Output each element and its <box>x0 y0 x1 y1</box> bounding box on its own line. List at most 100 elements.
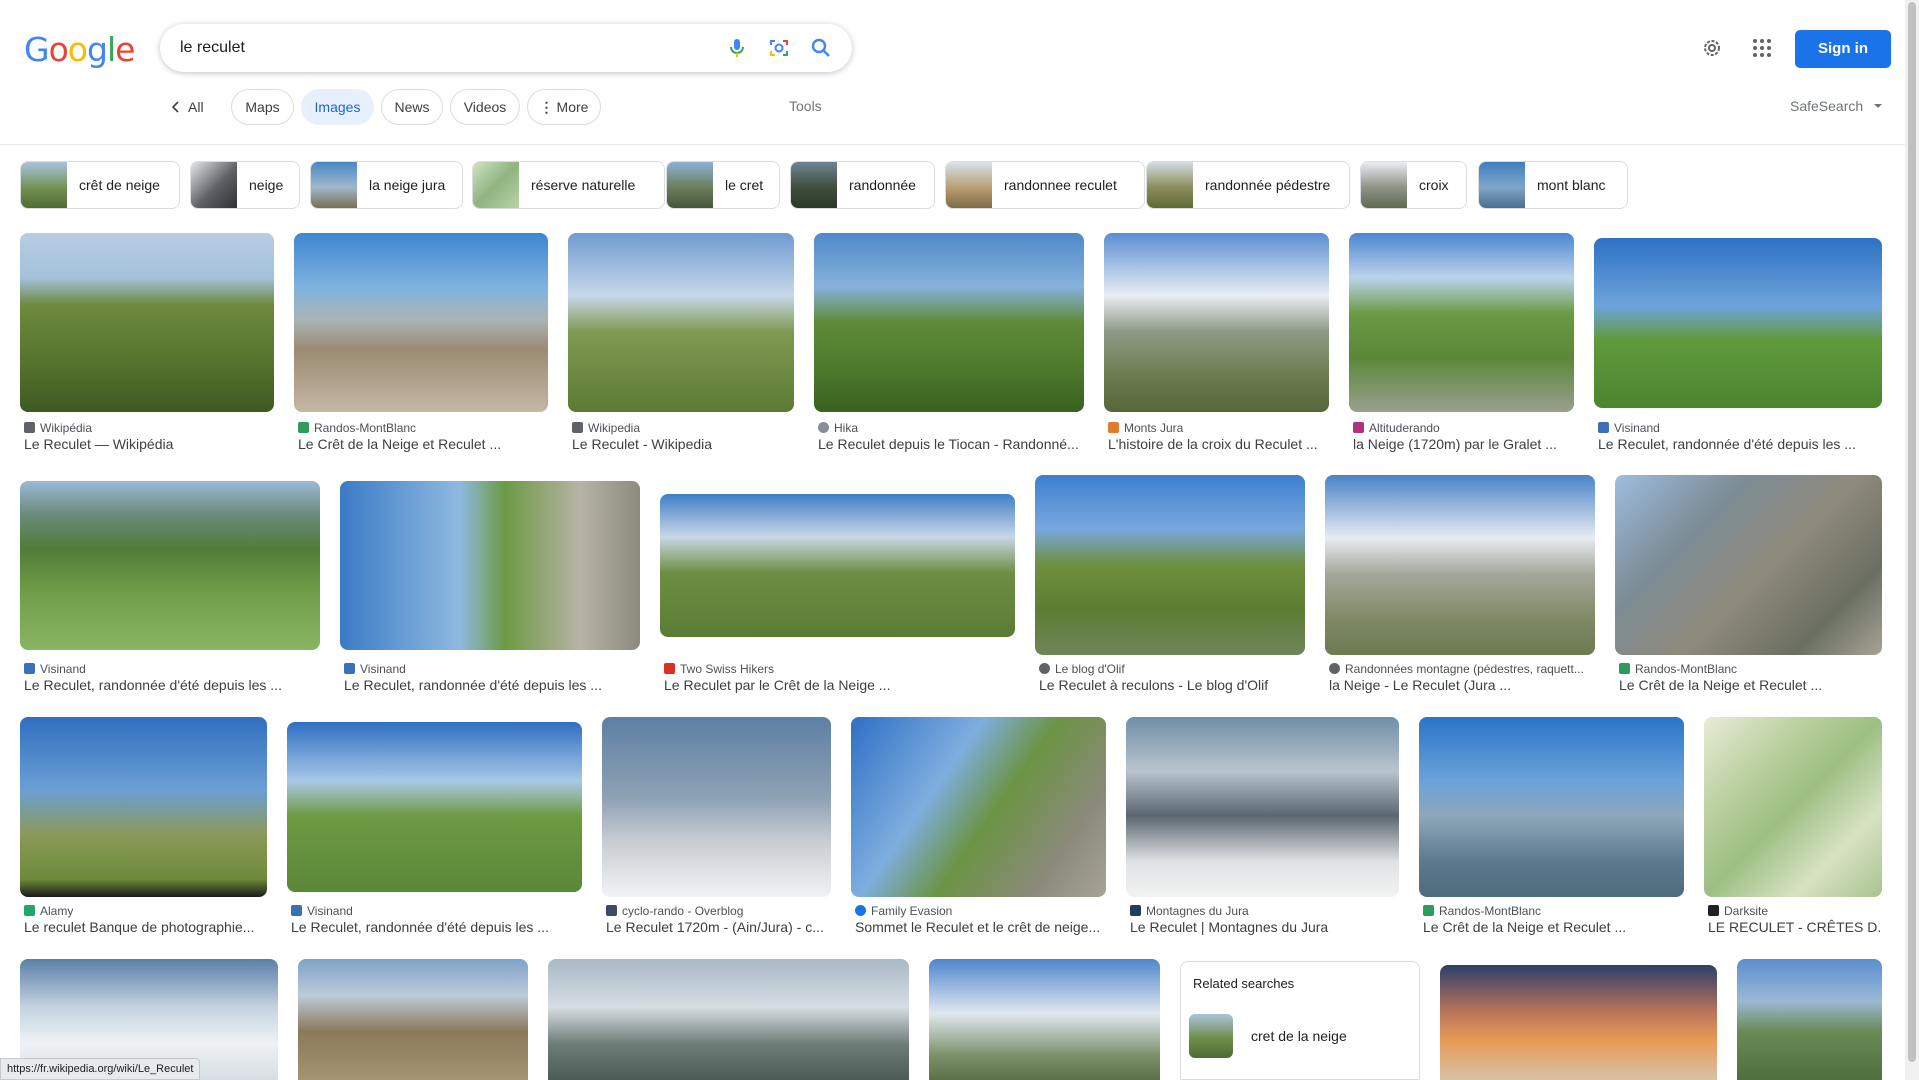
dropdown-arrow-icon <box>1874 104 1883 108</box>
page-scrollbar[interactable] <box>1905 0 1919 1080</box>
chip-thumbnail <box>191 162 237 208</box>
chip-neige[interactable]: neige <box>190 161 300 209</box>
result-image[interactable] <box>814 233 1084 412</box>
result-image[interactable] <box>1126 717 1399 897</box>
result-image[interactable] <box>1104 233 1329 412</box>
sign-in-button[interactable]: Sign in <box>1795 30 1891 68</box>
source-favicon-icon <box>344 663 355 674</box>
camera-lens-icon[interactable] <box>767 36 791 60</box>
chip-thumbnail <box>946 162 992 208</box>
chip-thumbnail <box>473 162 519 208</box>
result-title[interactable]: L'histoire de la croix du Reculet ... <box>1108 436 1329 452</box>
scrollbar-thumb[interactable] <box>1908 2 1916 1062</box>
result-image[interactable] <box>20 717 267 897</box>
source-favicon-icon <box>606 905 617 916</box>
chip-la-neige-jura[interactable]: la neige jura <box>310 161 463 209</box>
chip-thumbnail <box>667 162 713 208</box>
result-title[interactable]: Le Crêt de la Neige et Reculet ... <box>1619 677 1882 693</box>
result-title[interactable]: Le Crêt de la Neige et Reculet ... <box>1423 919 1684 935</box>
result-title[interactable]: Le Reculet, randonnée d'été depuis les .… <box>291 919 582 935</box>
result-title[interactable]: Le Reculet 1720m - (Ain/Jura) - c... <box>606 919 831 935</box>
source-favicon-icon <box>291 905 302 916</box>
result-image[interactable] <box>1440 965 1717 1080</box>
result-image[interactable] <box>929 959 1160 1080</box>
result-image[interactable] <box>1594 238 1882 408</box>
result-image[interactable] <box>1035 475 1305 655</box>
top-bar: Google Sign in <box>0 0 1919 145</box>
tab-videos[interactable]: Videos <box>450 89 520 125</box>
result-image[interactable] <box>1349 233 1574 412</box>
search-icon[interactable] <box>809 36 833 60</box>
result-image[interactable] <box>1704 717 1882 897</box>
chip-thumbnail <box>1361 162 1407 208</box>
result-title[interactable]: Le Reculet par le Crêt de la Neige ... <box>664 677 1015 693</box>
source-favicon-icon <box>1423 905 1434 916</box>
result-title[interactable]: Le Reculet - Wikipedia <box>572 436 794 452</box>
result-image[interactable] <box>602 717 831 897</box>
result-image[interactable] <box>1615 475 1882 655</box>
result-image[interactable] <box>1325 475 1595 655</box>
tab-more[interactable]: ⋮ More <box>527 89 601 125</box>
source-favicon-icon <box>1130 905 1141 916</box>
result-title[interactable]: Le Reculet, randonnée d'été depuis les .… <box>344 677 640 693</box>
result-image[interactable] <box>298 959 528 1080</box>
microphone-icon[interactable] <box>725 36 749 60</box>
chip-mont-blanc[interactable]: mont blanc <box>1478 161 1628 209</box>
result-image[interactable] <box>548 959 909 1080</box>
result-image[interactable] <box>851 717 1106 897</box>
result-title[interactable]: la Neige (1720m) par le Gralet ... <box>1353 436 1574 452</box>
chip-thumbnail <box>791 162 837 208</box>
chip-le-cret[interactable]: le cret <box>666 161 780 209</box>
result-title[interactable]: Le Reculet depuis le Tiocan - Randonné..… <box>818 436 1084 452</box>
apps-grid-icon[interactable] <box>1750 36 1774 60</box>
result-title[interactable]: Le Reculet, randonnée d'été depuis les .… <box>24 677 320 693</box>
result-title[interactable]: Le Reculet à reculons - Le blog d'Olif <box>1039 677 1305 693</box>
result-image[interactable] <box>660 494 1015 637</box>
tab-all[interactable]: All <box>170 89 215 125</box>
chip-thumbnail <box>1479 162 1525 208</box>
chip-randonnee-reculet[interactable]: randonnee reculet <box>945 161 1145 209</box>
result-title[interactable]: Le Reculet | Montagnes du Jura <box>1130 919 1399 935</box>
result-image[interactable] <box>294 233 548 412</box>
source-favicon-icon <box>855 905 866 916</box>
settings-gear-icon[interactable] <box>1700 36 1724 60</box>
chip-croix[interactable]: croix <box>1360 161 1467 209</box>
result-title[interactable]: la Neige - Le Reculet (Jura ... <box>1329 677 1595 693</box>
chip-thumbnail <box>1147 162 1193 208</box>
source-favicon-icon <box>664 663 675 674</box>
result-title[interactable]: LE RECULET - CRÊTES D... <box>1708 919 1882 935</box>
result-title[interactable]: Le Reculet, randonnée d'été depuis les .… <box>1598 436 1882 452</box>
tab-images[interactable]: Images <box>301 89 374 125</box>
tab-maps[interactable]: Maps <box>231 89 294 125</box>
related-search-item[interactable]: cret de la neige <box>1189 1014 1413 1060</box>
source-favicon-icon <box>24 905 35 916</box>
source-favicon-icon <box>818 422 829 433</box>
related-searches-heading: Related searches <box>1193 976 1295 991</box>
result-image[interactable] <box>20 233 274 412</box>
search-input[interactable] <box>180 24 700 72</box>
google-logo[interactable]: Google <box>24 30 135 69</box>
result-image[interactable] <box>1737 959 1882 1080</box>
link-status-bar: https://fr.wikipedia.org/wiki/Le_Reculet <box>0 1058 201 1080</box>
chip-reserve-naturelle[interactable]: réserve naturelle <box>472 161 665 209</box>
result-image[interactable] <box>1419 717 1684 897</box>
result-title[interactable]: Le Reculet — Wikipédia <box>24 436 274 452</box>
safesearch-button[interactable]: SafeSearch <box>1790 98 1883 114</box>
source-favicon-icon <box>572 422 583 433</box>
result-image[interactable] <box>287 722 582 892</box>
result-image[interactable] <box>340 481 640 650</box>
tools-button[interactable]: Tools <box>789 98 822 114</box>
result-image[interactable] <box>568 233 794 412</box>
source-favicon-icon <box>1353 422 1364 433</box>
chip-cret-de-neige[interactable]: crêt de neige <box>20 161 180 209</box>
result-title[interactable]: Le Crêt de la Neige et Reculet ... <box>298 436 548 452</box>
result-image[interactable] <box>20 481 320 650</box>
chip-thumbnail <box>311 162 357 208</box>
chip-randonnee[interactable]: randonnée <box>790 161 935 209</box>
chip-randonnee-pedestre[interactable]: randonnée pédestre <box>1146 161 1350 209</box>
result-title[interactable]: Sommet le Reculet et le crêt de neige... <box>855 919 1106 935</box>
chip-thumbnail <box>21 162 67 208</box>
result-title[interactable]: Le reculet Banque de photographie... <box>24 919 267 935</box>
tab-news[interactable]: News <box>381 89 443 125</box>
source-favicon-icon <box>298 422 309 433</box>
